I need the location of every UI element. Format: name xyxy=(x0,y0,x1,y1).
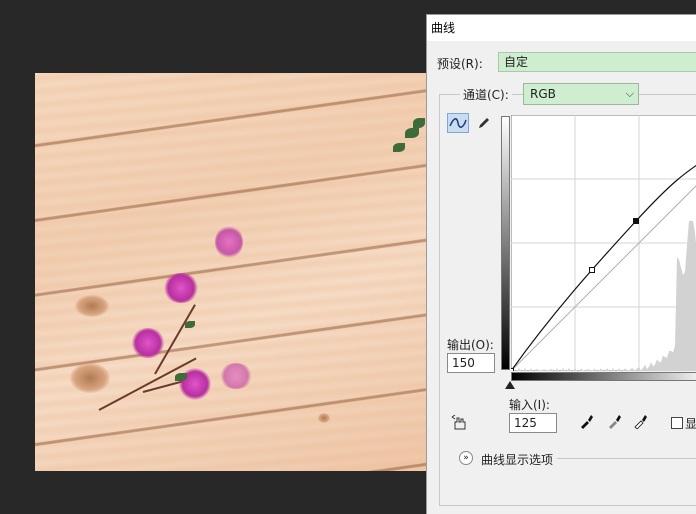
wood-knot xyxy=(75,295,109,317)
display-options-divider xyxy=(557,458,696,459)
output-gradient-bar xyxy=(501,116,510,370)
curve-graph[interactable] xyxy=(508,114,696,374)
display-options-label[interactable]: 曲线显示选项 xyxy=(481,451,553,468)
leaf xyxy=(393,143,405,152)
channel-select[interactable]: RGB ⌵ xyxy=(523,83,639,105)
preset-label: 预设(R): xyxy=(437,57,483,71)
document-canvas[interactable] xyxy=(35,73,427,471)
pencil-icon xyxy=(479,118,489,128)
wood-knot xyxy=(318,413,330,423)
leaf xyxy=(413,118,425,128)
curve-control-point xyxy=(589,267,595,273)
curve-point-tool-button[interactable] xyxy=(447,113,469,133)
hand-adjust-icon xyxy=(451,414,466,430)
input-field[interactable]: 125 xyxy=(509,413,557,433)
leaf xyxy=(175,373,187,381)
channel-label: 通道(C): xyxy=(460,86,512,103)
on-image-adjust-button[interactable] xyxy=(449,413,471,433)
leaf xyxy=(185,321,195,328)
pencil-tool-button[interactable] xyxy=(473,113,495,133)
leaf xyxy=(405,128,419,138)
chevron-down-icon: ⌵ xyxy=(625,87,634,100)
curve-graph-svg[interactable] xyxy=(508,114,696,374)
input-label: 输入(I): xyxy=(509,398,550,412)
gray-eyedropper-icon[interactable] xyxy=(607,413,623,433)
flower xyxy=(131,328,165,358)
show-clipping-label: 显 xyxy=(685,417,696,431)
wood-knot xyxy=(70,363,110,393)
curves-dialog: 曲线 预设(R): 自定 通道(C): RGB ⌵ 输出(O): 150 输入(… xyxy=(426,14,696,514)
white-eyedropper-icon[interactable] xyxy=(633,413,649,433)
black-eyedropper-icon[interactable] xyxy=(579,413,595,433)
output-field[interactable]: 150 xyxy=(447,353,495,373)
flower xyxy=(215,225,243,259)
curve-tool-icon xyxy=(449,118,467,128)
preset-select[interactable]: 自定 xyxy=(498,52,696,72)
output-label: 输出(O): xyxy=(447,338,494,352)
flower xyxy=(219,363,253,389)
input-gradient-bar xyxy=(511,372,696,381)
dialog-title[interactable]: 曲线 xyxy=(427,15,696,41)
flower xyxy=(163,273,199,303)
curve-control-point xyxy=(633,218,639,224)
show-clipping-checkbox[interactable] xyxy=(671,417,683,429)
channel-value: RGB xyxy=(530,87,556,101)
curve-control-point xyxy=(508,368,514,374)
black-point-slider[interactable] xyxy=(505,381,515,389)
expand-icon[interactable]: » xyxy=(459,451,473,465)
